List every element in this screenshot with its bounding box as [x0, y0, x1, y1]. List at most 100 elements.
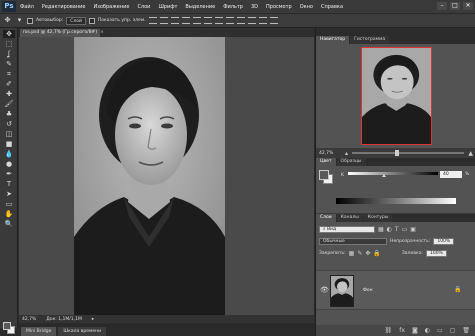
menu-window[interactable]: Окно [296, 4, 317, 10]
maximize-button[interactable]: □ [450, 2, 460, 10]
distribute-middle-icon[interactable] [225, 17, 234, 24]
color-ramp[interactable] [336, 198, 456, 204]
tab-layers[interactable]: Слои [316, 214, 336, 222]
lock-transparency-icon[interactable]: ▦ [349, 250, 355, 257]
align-center-icon[interactable] [192, 17, 201, 24]
blur-tool-icon[interactable]: 💧 [3, 150, 15, 158]
zoom-in-icon[interactable]: ▲ [468, 150, 473, 157]
auto-select-checkbox[interactable] [27, 17, 33, 24]
align-right-icon[interactable] [203, 17, 212, 24]
brush-tool-icon[interactable]: 🖌 [3, 100, 15, 108]
path-select-tool-icon[interactable]: ➤ [3, 190, 15, 198]
filter-adjustment-icon[interactable]: ◐ [387, 226, 392, 233]
type-tool-icon[interactable]: T [3, 180, 15, 188]
shape-tool-icon[interactable]: ▭ [3, 200, 15, 208]
menu-select[interactable]: Выделение [181, 4, 219, 10]
minimize-button[interactable]: – [437, 2, 447, 10]
menu-filter[interactable]: Фильтр [219, 4, 247, 10]
quick-select-tool-icon[interactable]: ✎ [3, 60, 15, 68]
close-button[interactable]: ✕ [463, 2, 473, 10]
eraser-tool-icon[interactable]: ◫ [3, 130, 15, 138]
zoom-tool-icon[interactable]: 🔍 [3, 220, 15, 228]
trash-icon[interactable]: 🗑 [462, 327, 470, 334]
menu-help[interactable]: Справка [317, 4, 347, 10]
layer-name[interactable]: Фон [363, 288, 373, 293]
menu-layers[interactable]: Слои [133, 4, 154, 10]
navigator-zoom-value[interactable]: 42,7% [319, 151, 341, 156]
foreground-color-swatch[interactable] [3, 322, 11, 330]
new-layer-icon[interactable]: ▢ [450, 327, 456, 334]
hand-tool-icon[interactable]: ✋ [3, 210, 15, 218]
filter-shape-icon[interactable]: ▭ [402, 226, 408, 233]
chevron-right-icon[interactable]: ▸ [92, 317, 94, 322]
tab-paths[interactable]: Контуры [363, 214, 393, 222]
folder-icon[interactable]: ▭ [437, 327, 443, 334]
tab-mini-bridge[interactable]: Mini Bridge [21, 327, 57, 336]
zoom-slider-knob[interactable] [394, 150, 399, 156]
distribute-top-icon[interactable] [214, 17, 223, 24]
eye-icon[interactable]: 👁 [320, 286, 329, 294]
document-tab[interactable]: ros.psd @ 42,7% (Гр.серого/8#) × [20, 29, 104, 37]
menu-file[interactable]: Файл [16, 4, 38, 10]
filter-pixel-icon[interactable]: ▦ [378, 226, 384, 233]
layer-row[interactable]: 👁 Фон 🔒 [316, 270, 475, 310]
menu-type[interactable]: Шрифт [154, 4, 181, 10]
align-left-icon[interactable] [181, 17, 190, 24]
history-brush-tool-icon[interactable]: ↺ [3, 120, 15, 128]
filter-type-icon[interactable]: T [395, 226, 399, 233]
tab-histogram[interactable]: Гистограмма [350, 36, 390, 44]
mask-icon[interactable]: ◙ [412, 327, 418, 334]
layer-filter-dropdown[interactable]: ⌕ Вид [319, 225, 375, 233]
close-icon[interactable]: × [100, 30, 104, 35]
align-middle-icon[interactable] [159, 17, 168, 24]
menu-image[interactable]: Изображение [89, 4, 133, 10]
lasso-tool-icon[interactable]: ʆ [3, 50, 15, 58]
blend-mode-dropdown[interactable]: Обычные [319, 237, 387, 245]
menu-3d[interactable]: 3D [247, 4, 262, 10]
fill-input[interactable]: 100% [425, 249, 447, 257]
navigator-thumbnail[interactable] [361, 47, 432, 145]
auto-select-dropdown[interactable]: Слой [66, 16, 86, 25]
align-top-icon[interactable] [148, 17, 157, 24]
lock-position-icon[interactable]: ✥ [365, 250, 370, 257]
distribute-right-icon[interactable] [269, 17, 278, 24]
k-channel-slider[interactable] [348, 172, 438, 177]
navigator-preview[interactable] [316, 44, 475, 148]
menu-edit[interactable]: Редактирование [38, 4, 90, 10]
tab-timeline[interactable]: Шкала времени [58, 327, 107, 336]
healing-brush-tool-icon[interactable]: ✚ [3, 90, 15, 98]
lock-pixels-icon[interactable]: ✎ [357, 250, 362, 257]
eyedropper-tool-icon[interactable]: ✐ [3, 80, 15, 88]
navigator-zoom-slider[interactable] [352, 150, 465, 156]
gradient-tool-icon[interactable]: ■ [3, 140, 15, 148]
marquee-tool-icon[interactable]: ⬚ [3, 40, 15, 48]
tab-navigator[interactable]: Навигатор [316, 36, 350, 44]
move-tool-icon[interactable]: ✥ [3, 30, 15, 38]
distribute-left-icon[interactable] [247, 17, 256, 24]
canvas-area[interactable] [19, 37, 314, 315]
chevron-down-icon[interactable]: ▾ [15, 16, 24, 25]
align-bottom-icon[interactable] [170, 17, 179, 24]
tab-color[interactable]: Цвет [316, 158, 336, 166]
move-tool-icon[interactable]: ✥ [3, 16, 12, 25]
clone-stamp-tool-icon[interactable]: ♣ [3, 110, 15, 118]
zoom-readout[interactable]: 42,7% [22, 317, 36, 322]
show-transform-checkbox[interactable] [88, 17, 95, 24]
fx-icon[interactable]: fx [399, 327, 405, 334]
crop-tool-icon[interactable]: ⌗ [3, 70, 15, 78]
dodge-tool-icon[interactable]: ● [3, 160, 15, 168]
k-value-input[interactable]: 40 [440, 171, 462, 178]
distribute-bottom-icon[interactable] [236, 17, 245, 24]
color-swatches[interactable] [3, 322, 15, 334]
zoom-out-icon[interactable]: ▴ [345, 150, 348, 157]
menu-view[interactable]: Просмотр [262, 4, 296, 10]
distribute-center-icon[interactable] [258, 17, 267, 24]
adjustment-layer-icon[interactable]: ◐ [425, 327, 430, 334]
tab-swatches[interactable]: Образцы [336, 158, 366, 166]
filter-smart-object-icon[interactable]: ▣ [410, 226, 416, 233]
tab-channels[interactable]: Каналы [336, 214, 363, 222]
lock-all-icon[interactable]: 🔒 [373, 250, 380, 257]
portrait-photo[interactable] [74, 37, 225, 315]
color-panel-foreground-swatch[interactable] [319, 170, 329, 180]
pen-tool-icon[interactable]: ✒ [3, 170, 15, 178]
